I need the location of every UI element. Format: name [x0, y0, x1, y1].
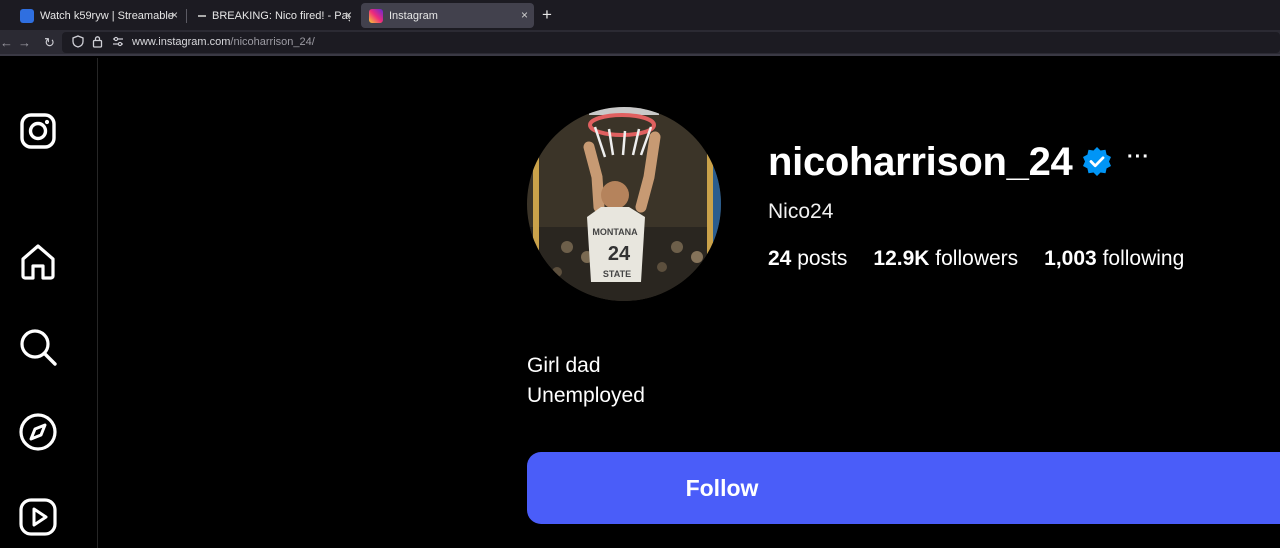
posts-label: posts: [797, 247, 848, 270]
lock-icon[interactable]: [92, 35, 103, 51]
profile-stats: 24 posts 12.9K followers 1,003 following: [768, 247, 1184, 271]
search-icon[interactable]: [18, 327, 58, 367]
tab-streamable[interactable]: Watch k59ryw | Streamable ×: [12, 3, 184, 28]
bio-line: Unemployed: [527, 384, 645, 407]
svg-text:STATE: STATE: [603, 269, 631, 279]
browser-nav-bar: ← → ↻ www.instagram.com/nicoharrison_24/: [0, 30, 1280, 56]
browser-tab-bar: Watch k59ryw | Streamable × BREAKING: Ni…: [0, 0, 1280, 30]
following-label: following: [1102, 247, 1185, 270]
close-tab-icon[interactable]: ×: [171, 8, 178, 22]
home-icon[interactable]: [18, 242, 58, 282]
streamable-favicon-icon: [20, 8, 34, 23]
follow-button[interactable]: Follow: [527, 452, 1280, 524]
posts-count: 24 posts: [768, 247, 847, 271]
profile-username: nicoharrison_24: [768, 140, 1073, 184]
avatar-photo: MONTANA 24 STATE: [527, 107, 721, 301]
jersey-number: 24: [608, 243, 631, 265]
profile-avatar[interactable]: MONTANA 24 STATE: [527, 107, 721, 301]
back-button[interactable]: ←: [0, 35, 13, 50]
url-bar[interactable]: www.instagram.com/nicoharrison_24/: [62, 32, 1280, 53]
new-tab-button[interactable]: +: [542, 5, 552, 25]
profile-full-name: Nico24: [768, 200, 834, 223]
permissions-icon[interactable]: [112, 36, 124, 50]
tracking-shield-icon[interactable]: [72, 35, 84, 51]
more-options-button[interactable]: ···: [1127, 146, 1150, 169]
tab-instagram[interactable]: Instagram ×: [361, 3, 534, 28]
tab-title: Watch k59ryw | Streamable: [40, 9, 174, 22]
followers-number: 12.9K: [873, 247, 930, 270]
explore-icon[interactable]: [18, 412, 58, 452]
follow-button-label: Follow: [685, 474, 759, 501]
following-number: 1,003: [1044, 247, 1097, 270]
followers-link[interactable]: 12.9K followers: [873, 247, 1018, 271]
profile-bio: Girl dad Unemployed: [527, 351, 645, 411]
reload-button[interactable]: ↻: [44, 35, 55, 51]
svg-text:MONTANA: MONTANA: [592, 227, 638, 237]
tab-breaking-news[interactable]: BREAKING: Nico fired! - Page 5 ×: [190, 3, 358, 28]
reels-icon[interactable]: [18, 497, 58, 537]
instagram-favicon-icon: [369, 8, 383, 23]
following-link[interactable]: 1,003 following: [1044, 247, 1184, 271]
forward-button[interactable]: →: [18, 35, 31, 50]
url-path: /nicoharrison_24/: [230, 36, 315, 48]
instagram-logo-icon[interactable]: [18, 111, 58, 151]
tab-title: BREAKING: Nico fired! - Page 5: [212, 9, 350, 22]
posts-number: 24: [768, 247, 792, 270]
page-favicon-icon: [198, 14, 206, 17]
bio-line: Girl dad: [527, 354, 601, 377]
followers-label: followers: [935, 247, 1019, 270]
url-host: www.instagram.com: [132, 36, 231, 48]
tab-title: Instagram: [389, 9, 438, 22]
url-text[interactable]: www.instagram.com/nicoharrison_24/: [132, 36, 315, 48]
sidebar: [0, 58, 98, 548]
close-tab-icon[interactable]: ×: [521, 8, 528, 22]
tab-divider: [186, 9, 187, 23]
close-tab-icon[interactable]: ×: [345, 8, 352, 22]
verified-badge-icon: [1081, 146, 1113, 178]
